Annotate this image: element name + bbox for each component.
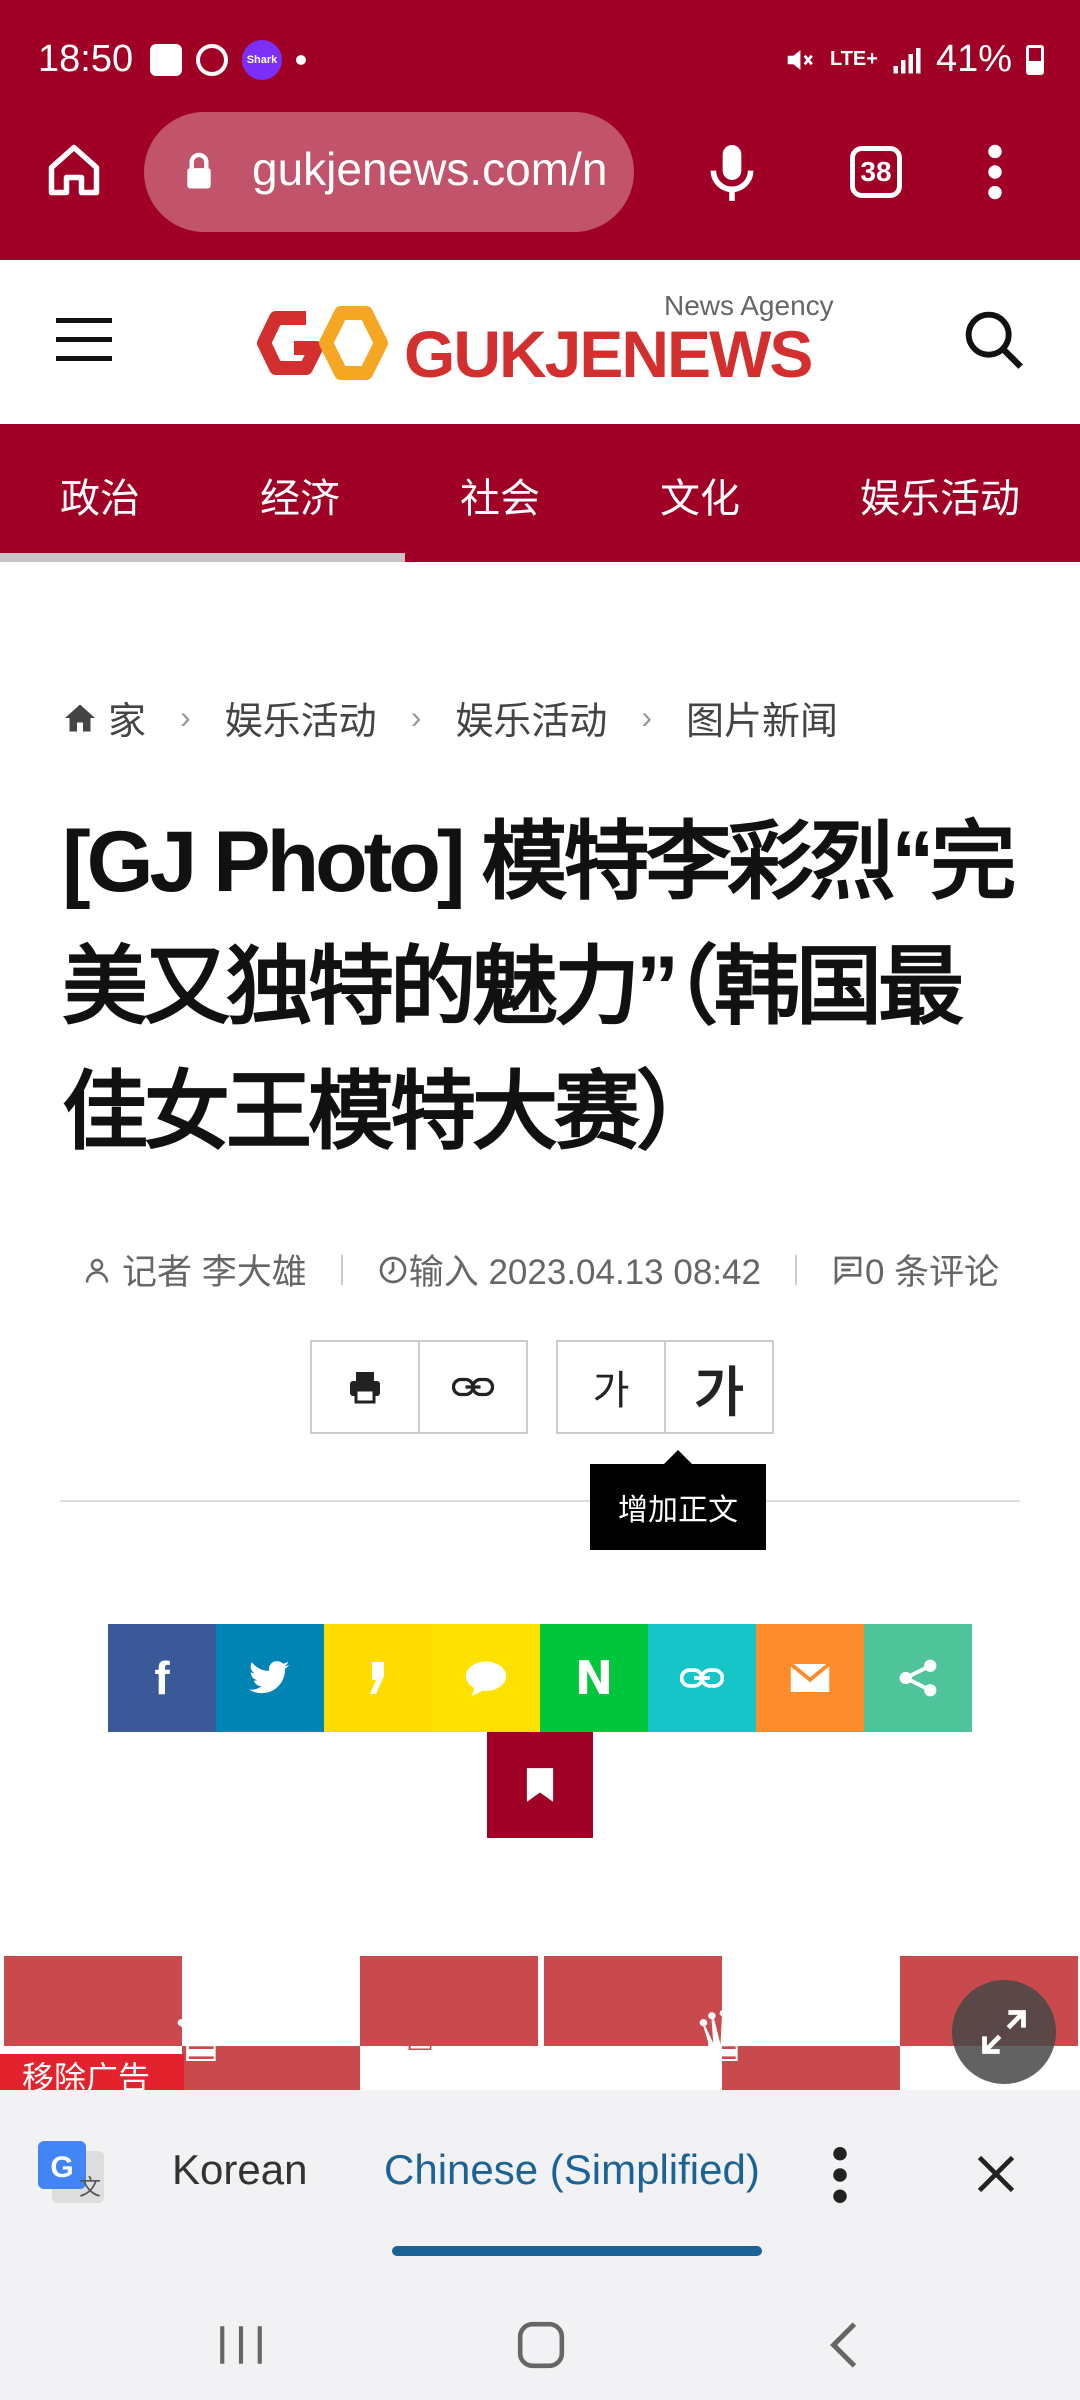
network-type: LTE+ — [829, 48, 878, 70]
nav-scroll-indicator — [0, 553, 405, 562]
svg-text:文: 文 — [79, 2176, 101, 2201]
signal-strength-icon — [893, 47, 921, 73]
address-bar[interactable]: gukjenews.com/n — [144, 112, 634, 232]
chevron-right-icon: › — [641, 699, 653, 735]
microphone-icon[interactable] — [704, 140, 760, 206]
expand-photo-button[interactable] — [952, 1980, 1056, 2084]
print-icon — [350, 1372, 380, 1404]
home-small-icon — [65, 704, 95, 731]
article-tools-group — [310, 1340, 528, 1434]
breadcrumb-home[interactable]: 家 — [108, 690, 146, 745]
crown-logo-icon: ♕ — [396, 2002, 445, 2062]
expand-icon — [982, 2010, 1026, 2054]
share-twitter-button[interactable] — [216, 1624, 324, 1732]
battery-icon — [1026, 44, 1044, 75]
translate-bar: G 文 Korean Chinese (Simplified) — [0, 2090, 1080, 2260]
divider — [60, 1500, 1020, 1502]
logo-wordmark: GUKJENEWS — [404, 317, 813, 391]
link-icon — [680, 1668, 724, 1688]
input-date: 输入 2023.04.13 08:42 — [408, 1253, 761, 1292]
article-meta: 记者 李大雄 输入 2023.04.13 08:42 0 条评论 — [82, 1244, 999, 1295]
share-naver-button[interactable]: N — [540, 1624, 648, 1732]
home-button-icon[interactable] — [516, 2320, 566, 2370]
share-facebook-button[interactable]: f — [108, 1624, 216, 1732]
nav-item-economy[interactable]: 经济 — [260, 466, 340, 524]
share-more-button[interactable] — [864, 1624, 972, 1732]
share-email-button[interactable] — [756, 1624, 864, 1732]
comment-icon — [834, 1256, 862, 1285]
active-language-indicator — [392, 2246, 762, 2256]
person-icon — [85, 1258, 109, 1283]
font-increase-tooltip: 增加正文 — [590, 1450, 766, 1550]
recent-apps-icon[interactable] — [216, 2322, 266, 2368]
kakaotalk-icon — [465, 1661, 507, 1697]
status-time: 18:50 — [38, 38, 134, 80]
url-text: gukjenews.com/n — [252, 143, 608, 195]
share-kakaostory-button[interactable] — [324, 1624, 432, 1732]
kakaostory-icon — [370, 1662, 384, 1694]
reporter-name: 记者 李大雄 — [122, 1253, 307, 1292]
home-icon[interactable] — [44, 140, 104, 200]
nav-item-politics[interactable]: 政治 — [60, 466, 140, 524]
more-notifications-dot — [296, 55, 306, 65]
translate-source-language[interactable]: Korean — [172, 2146, 307, 2194]
nav-item-society[interactable]: 社会 — [460, 466, 540, 524]
breadcrumb-item[interactable]: 娱乐活动 — [225, 690, 377, 745]
bookmark-button[interactable] — [487, 1732, 593, 1838]
share-icon — [899, 1659, 937, 1697]
category-nav: 政治 经济 社会 文化 娱乐活动 — [0, 424, 1080, 562]
translate-menu-icon[interactable] — [828, 2146, 852, 2204]
battery-percent: 41% — [935, 38, 1012, 80]
facebook-icon: f — [154, 1652, 170, 1704]
remove-ad-button[interactable]: 移除广告 — [0, 2054, 184, 2094]
nav-item-entertainment[interactable]: 娱乐活动 — [860, 466, 1020, 524]
nav-item-culture[interactable]: 文化 — [660, 466, 740, 524]
copy-link-button[interactable] — [418, 1342, 526, 1432]
mute-icon — [787, 49, 813, 70]
breadcrumb: 家 › 娱乐活动 › 娱乐活动 › 图片新闻 — [62, 690, 838, 745]
search-icon[interactable] — [962, 308, 1026, 372]
browser-menu-icon[interactable] — [980, 144, 1010, 200]
chevron-right-icon: › — [410, 699, 422, 735]
tab-switcher-button[interactable]: 38 — [850, 146, 902, 198]
svg-text:G: G — [50, 2151, 73, 2184]
font-size-group: 가 가 — [556, 1340, 774, 1434]
comment-count[interactable]: 0 条评论 — [865, 1244, 999, 1295]
breadcrumb-item[interactable]: 图片新闻 — [686, 690, 838, 745]
site-logo[interactable]: News Agency GUKJENEWS — [246, 288, 846, 403]
link-icon — [452, 1377, 494, 1397]
translate-target-language[interactable]: Chinese (Simplified) — [384, 2146, 764, 2194]
back-icon[interactable] — [826, 2320, 862, 2370]
font-decrease-button[interactable]: 가 — [558, 1342, 664, 1432]
email-icon — [789, 1662, 831, 1692]
chevron-right-icon: › — [180, 699, 191, 735]
print-button[interactable] — [312, 1342, 418, 1432]
twitter-icon — [249, 1661, 290, 1694]
shark-notification-icon: Shark — [242, 40, 282, 80]
status-bar: 18:50 Shark LTE+ 41% — [0, 0, 1080, 122]
breadcrumb-item[interactable]: 娱乐活动 — [455, 690, 607, 745]
clock-icon — [379, 1256, 407, 1283]
naver-icon: N — [574, 1651, 614, 1705]
bookmark-icon — [526, 1768, 554, 1802]
system-nav-bar — [0, 2260, 1080, 2400]
font-increase-button[interactable]: 가 — [664, 1342, 772, 1432]
share-kakaotalk-button[interactable] — [432, 1624, 540, 1732]
crown-logo-icon: ♛ — [692, 1998, 755, 2076]
google-translate-icon[interactable]: G 文 — [36, 2138, 108, 2208]
article-title: [GJ Photo] 模特李彩烈“完美又独特的魅力”（韩国最佳女王模特大赛） — [62, 814, 1016, 1160]
gallery-notification-icon — [150, 44, 182, 76]
lock-icon — [187, 152, 211, 189]
hamburger-menu-icon[interactable] — [56, 318, 112, 362]
signal-app-notification-icon — [196, 44, 228, 76]
close-icon[interactable] — [974, 2152, 1018, 2196]
share-copy-link-button[interactable] — [648, 1624, 756, 1732]
